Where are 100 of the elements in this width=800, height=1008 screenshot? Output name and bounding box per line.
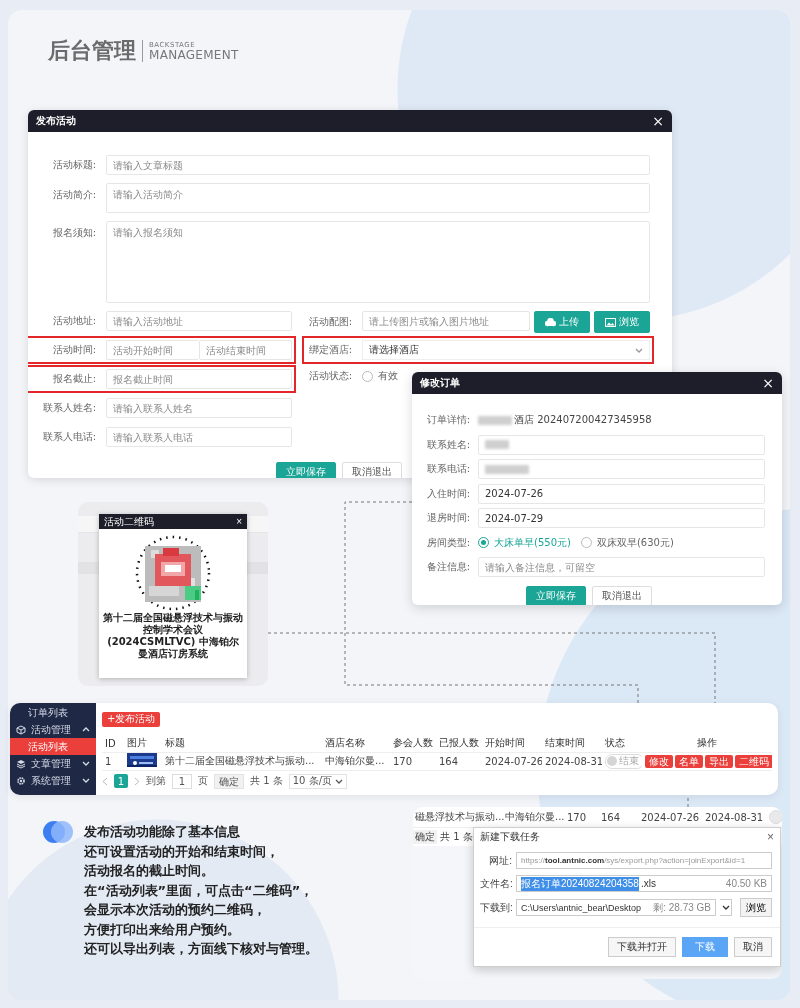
cloud-upload-icon bbox=[545, 317, 556, 327]
field-label: 联系人姓名: bbox=[41, 401, 96, 415]
brand-subtitle: MANAGEMENT bbox=[149, 48, 239, 61]
action-button[interactable]: 二维码 bbox=[735, 754, 772, 768]
table-cell-text: 2024-07-26 bbox=[641, 811, 701, 823]
cube-icon bbox=[16, 724, 26, 735]
column-header: 操作 bbox=[642, 734, 772, 752]
text-area[interactable]: 请输入报名须知 bbox=[106, 221, 650, 303]
input-field[interactable]: 请输入活动地址 bbox=[106, 311, 292, 331]
table-cell: 170 bbox=[390, 752, 436, 770]
field-label: 文件名: bbox=[480, 876, 512, 891]
filename-field[interactable]: 报名订单20240824204358 .xls 40.50 KB bbox=[516, 875, 772, 892]
column-header: 酒店名称 bbox=[322, 734, 390, 752]
cancel-button[interactable]: 取消退出 bbox=[591, 585, 652, 605]
field-label: 房间类型: bbox=[425, 535, 470, 550]
table-cell: 中海铂尔曼... bbox=[322, 752, 390, 770]
input-field[interactable]: 报名截止时间 bbox=[106, 369, 292, 389]
radio-option[interactable]: 双床双早(630元) bbox=[580, 535, 674, 550]
confirm-button[interactable]: 确定 bbox=[413, 830, 437, 844]
caption-text: (2024CSMLTVC) 中海铂尔曼酒店订房系统 bbox=[106, 636, 240, 660]
sidebar-item[interactable]: 活动管理 bbox=[10, 721, 96, 738]
dialog-title: 活动二维码 bbox=[104, 514, 154, 529]
input-field[interactable]: 请输入备注信息，可留空 bbox=[478, 557, 765, 577]
date-field[interactable]: 活动结束时间 bbox=[199, 340, 292, 360]
caption-text: 第十二届全国磁悬浮技术与振动控制学术会议 bbox=[102, 612, 244, 636]
table-cell-text: 164 bbox=[601, 811, 622, 823]
field-label: 联系人电话: bbox=[41, 430, 96, 444]
field-label: 退房时间: bbox=[425, 511, 470, 525]
dialog-title: 发布活动 bbox=[36, 114, 76, 128]
note-text: 会显示本次活动的预约二维码， bbox=[84, 901, 267, 919]
note-text: 活动报名的截止时间。 bbox=[84, 862, 215, 880]
close-button[interactable]: × bbox=[236, 516, 242, 527]
sidebar-item[interactable]: 系统管理 bbox=[10, 772, 96, 789]
cancel-button[interactable]: 取消退出 bbox=[342, 462, 402, 478]
date-field[interactable]: 活动开始时间 bbox=[106, 340, 199, 360]
note-text: 还可以导出列表，方面线下核对与管理。 bbox=[84, 940, 318, 958]
input-field[interactable]: 请输入文章标题 bbox=[106, 155, 650, 175]
action-button[interactable]: 导出 bbox=[705, 754, 733, 768]
input-field[interactable]: 请输入联系人姓名 bbox=[106, 398, 292, 418]
field-label: 入住时间: bbox=[425, 486, 470, 501]
action-button[interactable]: 修改 bbox=[645, 754, 673, 768]
close-button[interactable]: × bbox=[652, 114, 664, 128]
input-field[interactable]: 请上传图片或输入图片地址 bbox=[362, 311, 530, 331]
column-header: 图片 bbox=[124, 734, 162, 752]
path-field[interactable]: C:\Users\antnic_bear\Desktop 剩: 28.73 GB bbox=[516, 899, 716, 916]
gear-icon bbox=[16, 775, 26, 786]
caret-icon bbox=[721, 905, 730, 910]
total-count: 共 1 条 bbox=[250, 774, 283, 788]
field-label: 订单详情: bbox=[425, 413, 470, 427]
select-field[interactable]: 请选择酒店 bbox=[362, 340, 650, 360]
image-icon bbox=[605, 317, 616, 327]
url-field[interactable]: https://tool.antnic.com/sys/export.php?action=joinExport&id=1 bbox=[516, 852, 772, 869]
close-button[interactable]: × bbox=[767, 831, 774, 843]
dropdown-button[interactable] bbox=[720, 899, 732, 916]
confirm-button[interactable]: 确定 bbox=[214, 773, 244, 789]
field-label: 活动标题: bbox=[51, 158, 96, 172]
close-button[interactable]: × bbox=[762, 376, 774, 390]
field-label: 活动时间: bbox=[51, 343, 96, 357]
dialog-title: 修改订单 bbox=[420, 376, 460, 390]
field-label: 活动状态: bbox=[307, 369, 352, 383]
field-label: 报名截止: bbox=[51, 372, 96, 386]
page-size-select[interactable]: 10 条/页 bbox=[288, 773, 347, 789]
dialog-button[interactable]: 下载并打开 bbox=[608, 937, 676, 957]
table-cell-text: 中海铂尔曼... bbox=[505, 810, 566, 824]
page-input[interactable]: 1 bbox=[172, 773, 192, 789]
input-field[interactable]: 2024-07-26 bbox=[478, 483, 765, 504]
caret-icon bbox=[335, 778, 343, 784]
dialog-button[interactable]: 取消 bbox=[734, 937, 772, 957]
action-button[interactable]: 名单 bbox=[675, 754, 703, 768]
sidebar-item[interactable]: 文章管理 bbox=[10, 755, 96, 772]
previous-page-icon[interactable] bbox=[102, 776, 108, 786]
note-text: 还可设置活动的开始和结束时间， bbox=[84, 842, 280, 861]
pagination-text: 页 bbox=[198, 774, 208, 788]
sidebar-item[interactable]: 订单列表 bbox=[10, 704, 96, 721]
table-cell: 第十二届全国磁悬浮技术与振动... bbox=[162, 752, 322, 770]
table-cell-text: 2024-08-31 bbox=[705, 811, 765, 823]
field-label: 报名须知: bbox=[51, 226, 96, 240]
add-button[interactable]: +发布活动 bbox=[102, 711, 161, 727]
caret-icon bbox=[635, 347, 643, 353]
table-cell: 磁悬浮技术与振动... bbox=[415, 810, 505, 824]
brand-title: 后台管理 bbox=[48, 37, 136, 65]
browse-button[interactable]: 浏览 bbox=[740, 898, 772, 917]
order-detail: 酒店 202407200427345958 bbox=[514, 413, 652, 427]
input-field[interactable] bbox=[478, 459, 765, 479]
table-cell: 2024-08-31 bbox=[542, 752, 602, 770]
column-header: 参会人数 bbox=[390, 734, 436, 752]
input-field[interactable]: 2024-07-29 bbox=[478, 508, 765, 528]
sidebar-item[interactable]: 活动列表 bbox=[10, 738, 96, 755]
text-area[interactable]: 请输入活动简介 bbox=[106, 183, 650, 213]
radio-option[interactable]: 有效 bbox=[362, 369, 398, 383]
note-text: 发布活动功能除了基本信息 bbox=[84, 823, 241, 841]
input-field[interactable]: 请输入联系人电话 bbox=[106, 427, 292, 447]
layers-icon bbox=[16, 758, 26, 769]
input-field[interactable] bbox=[478, 434, 765, 455]
next-page-icon[interactable] bbox=[134, 776, 140, 786]
column-header: 开始时间 bbox=[482, 734, 542, 752]
status-toggle[interactable] bbox=[769, 810, 782, 824]
dialog-title: 新建下载任务 bbox=[480, 830, 540, 844]
table-cell: 164 bbox=[436, 752, 482, 770]
pagination-text: 到第 bbox=[146, 774, 166, 788]
